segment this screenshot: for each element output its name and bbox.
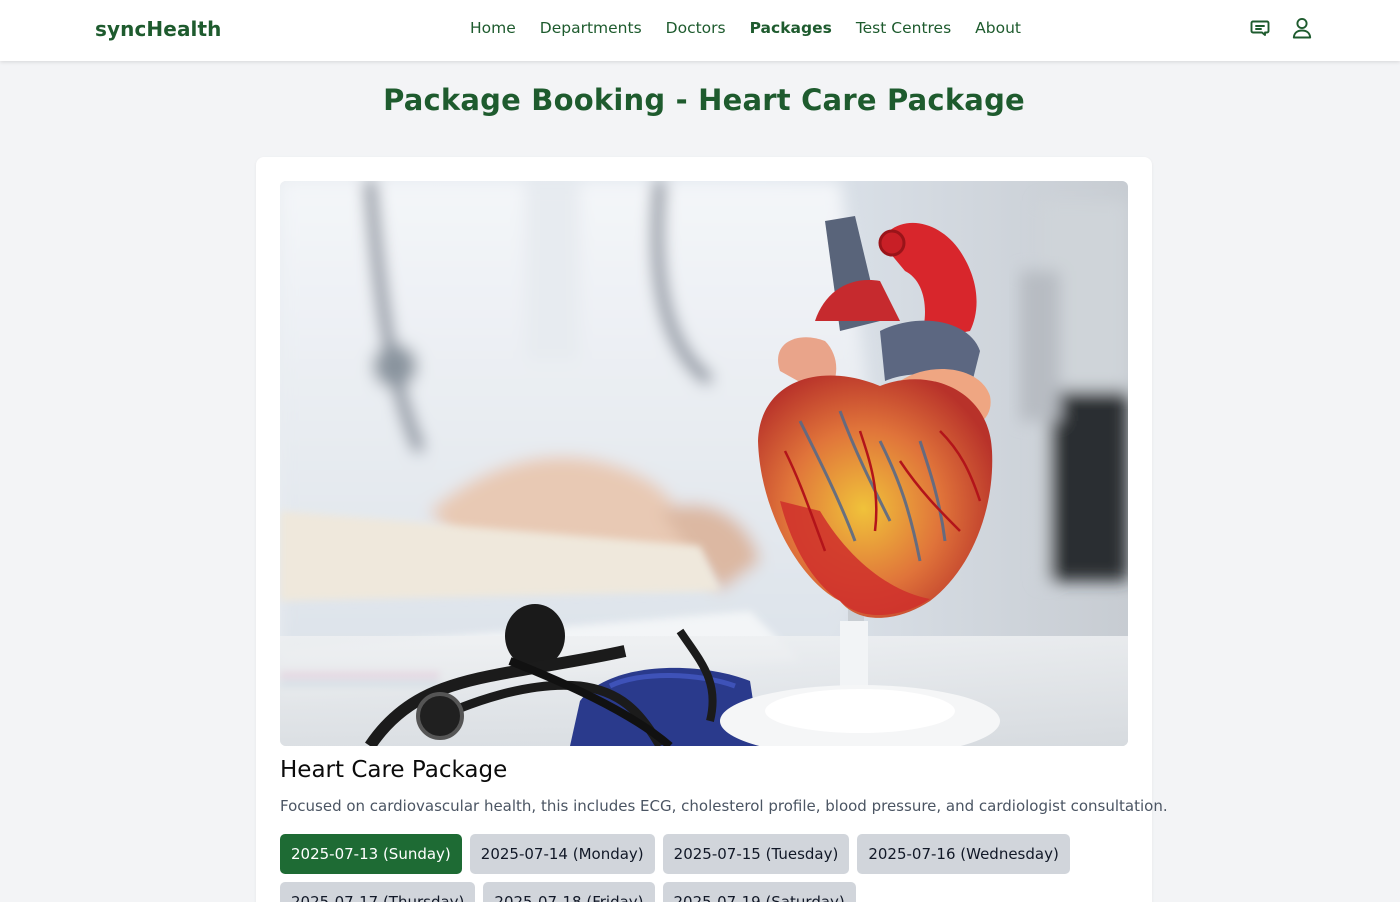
brand-logo[interactable]: syncHealth bbox=[95, 17, 222, 41]
nav-link-departments[interactable]: Departments bbox=[540, 19, 642, 37]
main-nav: Home Departments Doctors Packages Test C… bbox=[470, 19, 1021, 37]
package-booking-card: Heart Care Package Focused on cardiovasc… bbox=[256, 157, 1168, 902]
date-option-2025-07-16[interactable]: 2025-07-16 (Wednesday) bbox=[857, 834, 1070, 874]
package-hero-image bbox=[280, 181, 1128, 746]
page-title: Package Booking - Heart Care Package bbox=[383, 83, 1025, 117]
date-option-2025-07-18[interactable]: 2025-07-18 (Friday) bbox=[483, 882, 655, 902]
heart-model-illustration bbox=[280, 181, 1128, 746]
date-option-2025-07-19[interactable]: 2025-07-19 (Saturday) bbox=[662, 882, 856, 902]
chat-icon[interactable] bbox=[1249, 16, 1271, 40]
date-option-2025-07-15[interactable]: 2025-07-15 (Tuesday) bbox=[662, 834, 850, 874]
top-navbar: syncHealth Home Departments Doctors Pack… bbox=[0, 0, 1400, 61]
nav-link-doctors[interactable]: Doctors bbox=[666, 19, 726, 37]
nav-link-packages[interactable]: Packages bbox=[750, 19, 832, 37]
nav-icon-group bbox=[1249, 16, 1313, 40]
package-name: Heart Care Package bbox=[280, 757, 508, 783]
date-option-2025-07-17[interactable]: 2025-07-17 (Thursday) bbox=[280, 882, 476, 902]
date-option-2025-07-13[interactable]: 2025-07-13 (Sunday) bbox=[280, 834, 462, 874]
user-icon[interactable] bbox=[1291, 16, 1313, 40]
nav-link-home[interactable]: Home bbox=[470, 19, 516, 37]
package-description: Focused on cardiovascular health, this i… bbox=[280, 797, 1168, 815]
date-selector: 2025-07-13 (Sunday) 2025-07-14 (Monday) … bbox=[280, 834, 1140, 902]
nav-link-about[interactable]: About bbox=[975, 19, 1021, 37]
nav-link-test-centres[interactable]: Test Centres bbox=[856, 19, 951, 37]
date-option-2025-07-14[interactable]: 2025-07-14 (Monday) bbox=[469, 834, 655, 874]
